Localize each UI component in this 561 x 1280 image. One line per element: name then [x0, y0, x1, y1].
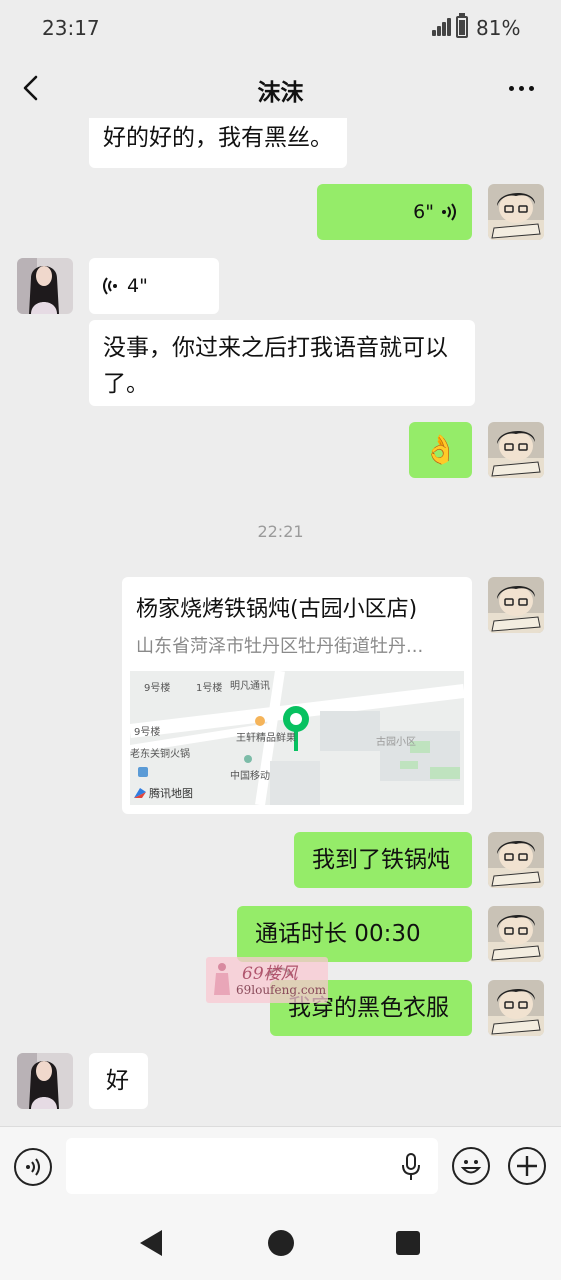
nav-recent-apps-icon[interactable]	[396, 1231, 420, 1255]
location-name: 杨家烧烤铁锅炖(古园小区店)	[136, 597, 418, 622]
map-label: 中国移动	[230, 771, 270, 782]
system-nav-bar	[0, 1208, 561, 1280]
voice-duration: 4"	[127, 275, 148, 297]
avatar-self[interactable]	[488, 422, 544, 478]
map-label: 王轩精品鲜果	[236, 733, 296, 744]
battery-percent: 81%	[476, 16, 521, 40]
location-map[interactable]: 9号楼 1号楼 明凡通讯 王轩精品鲜果 古园小区 9号楼 老东关铜火锅 中国移动…	[130, 671, 464, 805]
voice-input-toggle[interactable]	[14, 1148, 52, 1186]
map-label: 古园小区	[376, 737, 416, 748]
avatar-self-image	[488, 422, 544, 478]
nav-back-icon[interactable]	[140, 1230, 162, 1256]
avatar-self-image	[488, 184, 544, 240]
avatar-self[interactable]	[488, 906, 544, 962]
mic-icon[interactable]	[400, 1153, 422, 1181]
message-text-line: 了。	[103, 371, 149, 397]
signal-icon	[432, 18, 454, 36]
chat-title: 沫沫	[257, 80, 304, 106]
avatar-self-image	[488, 980, 544, 1036]
map-brand-label: 腾讯地图	[149, 787, 193, 800]
map-label: 9号楼	[134, 727, 161, 738]
voice-icon	[26, 1158, 40, 1176]
chevron-left-icon	[23, 75, 38, 101]
ok-hand-emoji: 👌	[423, 433, 458, 466]
status-bar: 23:17 81%	[0, 0, 561, 56]
tencent-map-icon	[134, 788, 146, 798]
more-icon-dot	[508, 85, 514, 91]
input-bar	[0, 1126, 561, 1208]
plus-icon	[517, 1156, 537, 1176]
message-text: 我到了铁锅炖	[312, 847, 450, 873]
watermark-logo: 69楼风 69loufeng.com	[206, 957, 328, 1003]
avatar-self[interactable]	[488, 832, 544, 888]
location-card[interactable]: 杨家烧烤铁锅炖(古园小区店) 山东省菏泽市牡丹区牡丹街道牡丹... 9号楼 1号…	[122, 577, 472, 814]
map-brand: 腾讯地图	[134, 785, 193, 801]
message-bubble-incoming[interactable]: 好	[89, 1053, 148, 1109]
message-bubble-incoming[interactable]: 没事，你过来之后打我语音就可以 了。	[89, 320, 475, 406]
avatar-contact[interactable]	[17, 1053, 73, 1109]
avatar-self-image	[488, 577, 544, 633]
voice-duration: 6"	[413, 201, 434, 223]
more-button[interactable]	[500, 72, 542, 104]
avatar-contact[interactable]	[17, 258, 73, 314]
message-text: 好的好的，我有黑丝。	[103, 125, 333, 151]
message-text-line: 没事，你过来之后打我语音就可以	[103, 335, 448, 361]
location-address: 山东省菏泽市牡丹区牡丹街道牡丹...	[136, 636, 424, 657]
avatar-self-image	[488, 832, 544, 888]
watermark-url: 69loufeng.com	[236, 983, 327, 997]
message-text: 好	[106, 1068, 129, 1094]
message-bubble-incoming[interactable]: 好的好的，我有黑丝。	[89, 118, 347, 168]
emoji-icon	[460, 1160, 482, 1174]
map-label: 老东关铜火锅	[130, 749, 190, 760]
map-label: 1号楼	[196, 683, 223, 694]
watermark-title: 69楼风	[242, 964, 298, 984]
avatar-contact-image	[17, 1053, 73, 1109]
emoji-message-outgoing[interactable]: 👌	[409, 422, 472, 478]
status-time: 23:17	[42, 16, 100, 40]
more-icon-dot	[518, 85, 524, 91]
time-separator: 22:21	[257, 522, 304, 541]
battery-icon	[456, 16, 468, 38]
message-input[interactable]	[66, 1138, 438, 1194]
map-label: 明凡通讯	[230, 681, 270, 692]
call-record-outgoing[interactable]: 通话时长 00:30	[237, 906, 472, 976]
message-bubble-outgoing[interactable]: 我到了铁锅炖	[294, 832, 472, 888]
avatar-self-image	[488, 906, 544, 962]
nav-home-icon[interactable]	[268, 1230, 294, 1256]
call-duration-text: 通话时长 00:30	[255, 921, 421, 947]
plus-button[interactable]	[508, 1147, 546, 1185]
voice-message-outgoing[interactable]: 6"	[317, 184, 472, 240]
watermark-figure-icon	[214, 963, 230, 995]
voice-wave-icon	[442, 203, 456, 221]
emoji-button[interactable]	[452, 1147, 490, 1185]
voice-message-incoming[interactable]: 4"	[89, 258, 219, 314]
avatar-self[interactable]	[488, 184, 544, 240]
map-label: 9号楼	[144, 683, 171, 694]
avatar-self[interactable]	[488, 980, 544, 1036]
voice-wave-icon	[103, 277, 117, 295]
chat-header: 沫沫	[0, 58, 561, 118]
back-button[interactable]	[18, 72, 48, 104]
avatar-self[interactable]	[488, 577, 544, 633]
more-icon-dot	[528, 85, 534, 91]
avatar-contact-image	[17, 258, 73, 314]
